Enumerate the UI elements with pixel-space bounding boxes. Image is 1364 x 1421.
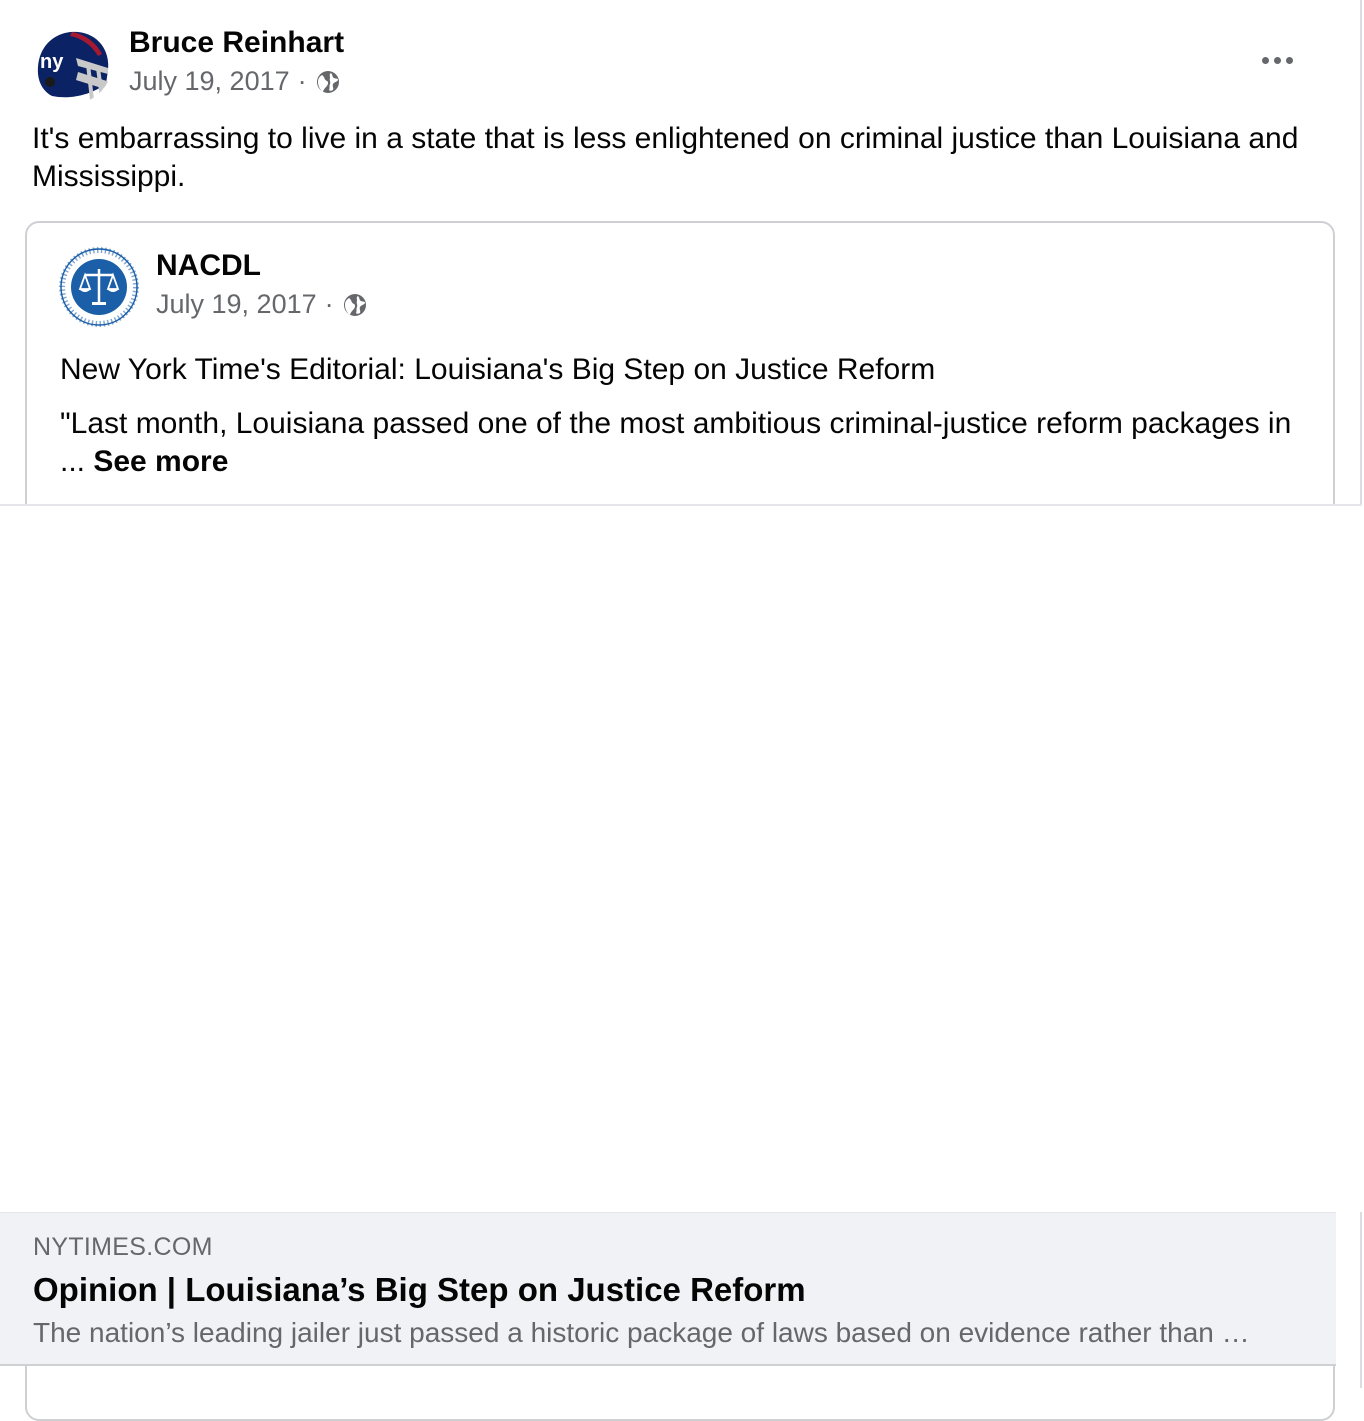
author-name[interactable]: Bruce Reinhart bbox=[129, 26, 344, 60]
meta-separator: · bbox=[297, 66, 307, 96]
link-description: The nation’s leading jailer just passed … bbox=[33, 1317, 1250, 1348]
see-more-link[interactable]: See more bbox=[93, 445, 228, 478]
globe-icon bbox=[315, 69, 341, 95]
giants-helmet-icon: ny bbox=[32, 24, 112, 104]
post-message: It's embarrassing to live in a state tha… bbox=[32, 122, 1299, 193]
link-domain: NYTIMES.COM bbox=[33, 1233, 213, 1261]
feed-post: ny Bruce Reinhart July 19, 2017 · It's e… bbox=[0, 0, 1362, 1421]
more-options-button[interactable] bbox=[1252, 42, 1302, 78]
author-avatar[interactable]: ny bbox=[32, 24, 112, 104]
shared-post-meta: July 19, 2017 · bbox=[156, 289, 368, 320]
svg-text:ny: ny bbox=[40, 51, 64, 73]
post-date[interactable]: July 19, 2017 bbox=[129, 66, 290, 97]
shared-post-body: "Last month, Louisiana passed one of the… bbox=[60, 405, 1310, 481]
post-meta: July 19, 2017 · bbox=[129, 66, 341, 97]
link-preview-card[interactable]: NYTIMES.COM Opinion | Louisiana’s Big St… bbox=[0, 1212, 1336, 1366]
shared-post-body-text: "Last month, Louisiana passed one of the… bbox=[60, 407, 1292, 478]
shared-author-avatar[interactable] bbox=[59, 247, 139, 327]
meta-separator: · bbox=[324, 289, 334, 319]
shared-author-name[interactable]: NACDL bbox=[156, 249, 261, 283]
more-options-icon bbox=[1261, 56, 1269, 64]
link-title[interactable]: Opinion | Louisiana’s Big Step on Justic… bbox=[33, 1271, 806, 1309]
shared-post-date[interactable]: July 19, 2017 bbox=[156, 289, 317, 320]
link-preview-image[interactable] bbox=[0, 504, 1362, 1212]
shared-post-headline: New York Time's Editorial: Louisiana's B… bbox=[60, 353, 936, 386]
nacdl-scales-logo-icon bbox=[59, 247, 139, 327]
globe-icon bbox=[342, 292, 368, 318]
card-bottom-edge bbox=[25, 1366, 1335, 1388]
more-dot bbox=[1285, 56, 1293, 64]
more-dot bbox=[1273, 56, 1281, 64]
